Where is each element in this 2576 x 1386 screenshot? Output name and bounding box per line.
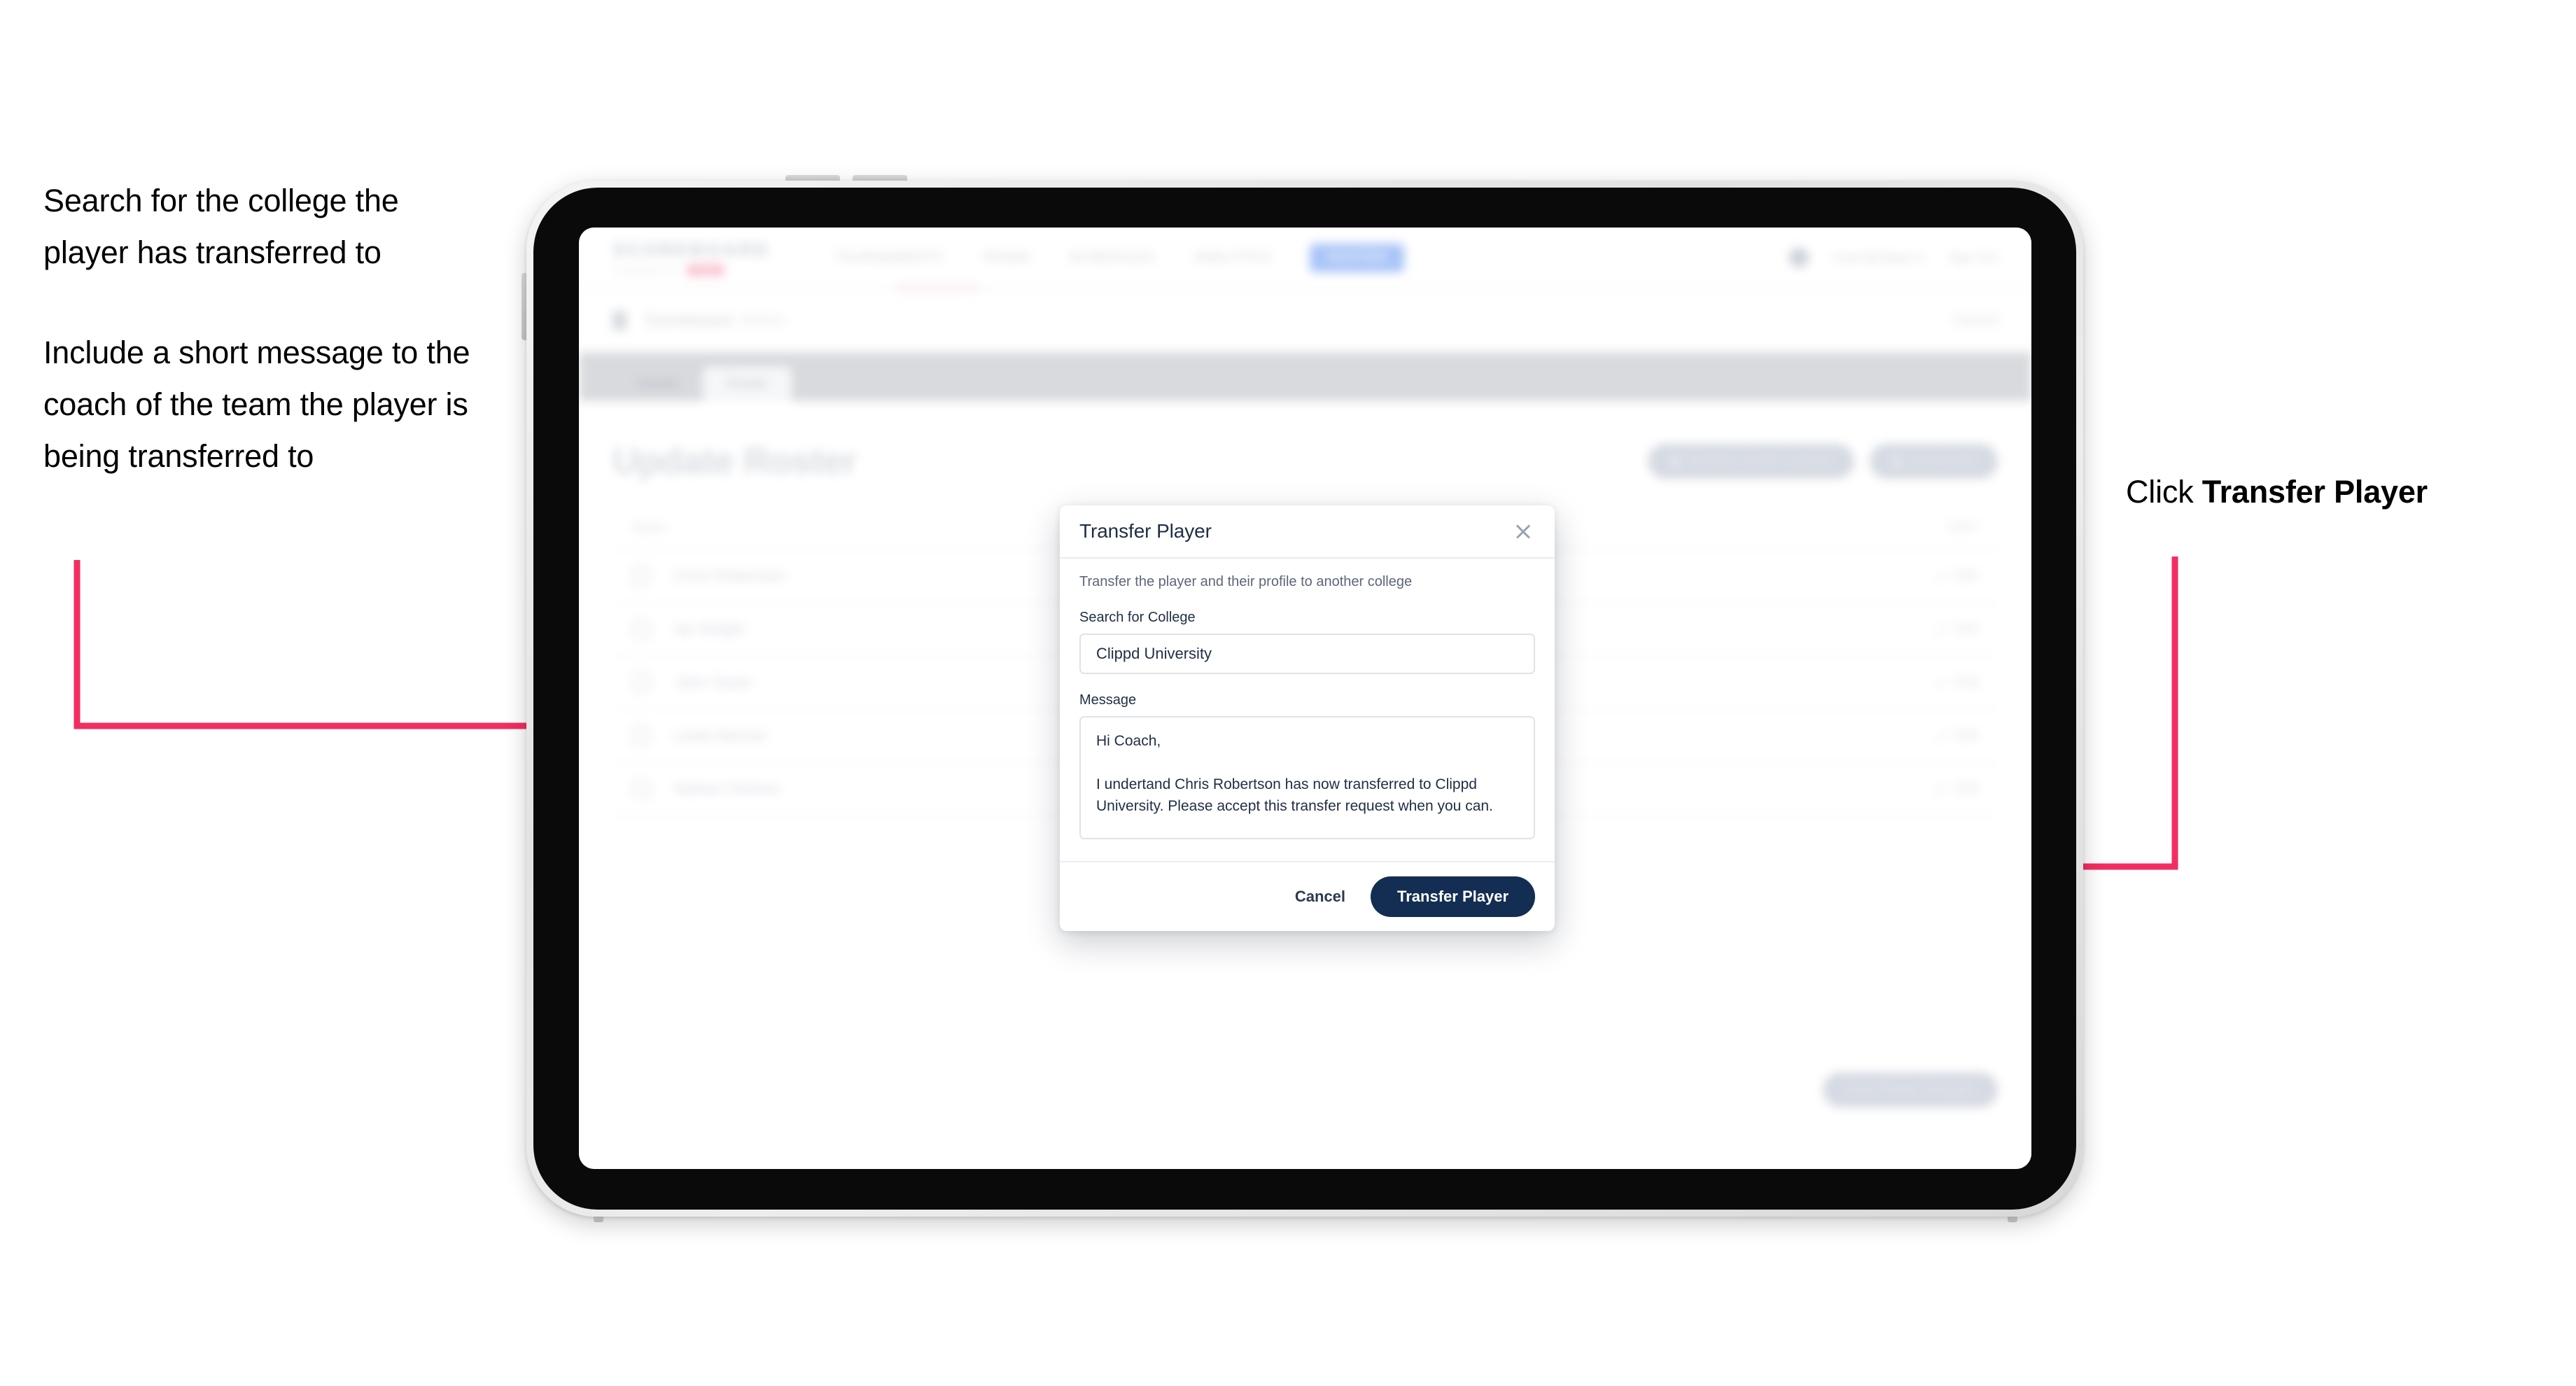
app-logo-text: SCOREBOARD: [612, 239, 771, 260]
app-nav-item-schedules[interactable]: SCHEDULES: [1069, 250, 1154, 266]
app-logo-sub-block: POWERED BY clippd: [612, 265, 770, 276]
column-header-edit: EDIT: [1949, 520, 1978, 534]
message-field-group: Message Hi Coach, I undertand Chris Robe…: [1079, 692, 1535, 843]
transfer-player-modal: Transfer Player Transfer the player and …: [1060, 505, 1555, 931]
app-sub-header: Scoreboard Admin Cancel: [579, 289, 2031, 352]
college-field-group: Search for College: [1079, 610, 1535, 674]
app-nav-item-analytics[interactable]: ANALYTICS: [1194, 250, 1270, 266]
modal-subtitle: Transfer the player and their profile to…: [1079, 574, 1413, 589]
row-checkbox[interactable]: [632, 780, 650, 798]
row-checkbox[interactable]: [632, 727, 650, 745]
pencil-icon: [1935, 783, 1947, 795]
pencil-icon: [1935, 676, 1947, 689]
row-edit-link[interactable]: Edit: [1935, 781, 1978, 797]
annotation-click-strong: Transfer Player: [2202, 474, 2428, 510]
plus-icon: [1892, 456, 1903, 466]
app-logo-block[interactable]: SCOREBOARD POWERED BY clippd: [612, 239, 770, 276]
annotation-click-transfer: Click Transfer Player: [2126, 472, 2560, 512]
cancel-button[interactable]: Cancel: [1291, 881, 1350, 913]
app-sub-header-title: Scoreboard: [645, 311, 732, 330]
app-sub-header-cancel[interactable]: Cancel: [1952, 312, 1998, 329]
app-nav-item-tournaments[interactable]: TOURNAMENTS: [834, 250, 942, 266]
save-roster-changes-label: Save Roster Changes: [1845, 1082, 1975, 1097]
app-logo-badge: clippd: [687, 265, 724, 276]
app-user-area: coach@clippd.io Sign Out: [1788, 248, 1998, 267]
row-edit-label: Edit: [1955, 675, 1978, 690]
annotation-click-prefix: Click: [2126, 474, 2202, 510]
add-player-label: Add Player: [1910, 454, 1975, 468]
row-edit-label: Edit: [1955, 568, 1978, 583]
row-checkbox[interactable]: [632, 673, 650, 692]
app-top-nav: SCOREBOARD POWERED BY clippd TOURNAMENTS…: [579, 227, 2031, 289]
app-sub-header-icon: [612, 311, 626, 330]
row-edit-label: Edit: [1955, 622, 1978, 636]
tablet-bottom-notch-2: [2008, 1217, 2017, 1222]
tablet-bottom-notch-1: [594, 1217, 603, 1222]
app-nav-item-roster[interactable]: ROSTER: [1309, 243, 1405, 272]
app-nav-item-teams[interactable]: TEAMS: [981, 250, 1030, 266]
message-field-label: Message: [1079, 692, 1137, 708]
pencil-icon: [1935, 729, 1947, 742]
row-checkbox[interactable]: [632, 567, 650, 585]
app-nav-list: TOURNAMENTS TEAMS SCHEDULES ANALYTICS RO…: [834, 243, 1405, 272]
row-edit-link[interactable]: Edit: [1935, 675, 1978, 690]
avatar[interactable]: [1788, 248, 1809, 267]
modal-header: Transfer Player: [1060, 505, 1555, 559]
annotation-search-college: Search for the college the player has tr…: [43, 183, 399, 270]
add-player-button[interactable]: Add Player: [1870, 444, 1998, 479]
app-page-actions: Request Player Transfer Add Player: [1648, 444, 1998, 479]
page-title: Update Roster: [612, 441, 857, 482]
annotation-include-message: Include a short message to the coach of …: [43, 335, 470, 474]
app-sub-header-subtitle: Admin: [738, 311, 787, 330]
modal-body: Transfer the player and their profile to…: [1060, 559, 1555, 861]
request-player-transfer-button[interactable]: Request Player Transfer: [1648, 444, 1855, 479]
tab-roster[interactable]: Roster: [703, 367, 792, 401]
app-page-header: Update Roster Request Player Transfer Ad…: [612, 440, 1998, 482]
screenshot-root: Search for the college the player has tr…: [0, 0, 2576, 1386]
row-edit-link[interactable]: Edit: [1935, 622, 1978, 637]
close-icon[interactable]: [1511, 519, 1535, 543]
modal-footer: Cancel Transfer Player: [1060, 861, 1555, 931]
app-tab-strip: Details Roster: [579, 352, 2031, 401]
row-checkbox[interactable]: [632, 620, 650, 638]
tab-details[interactable]: Details: [612, 367, 703, 401]
message-textarea[interactable]: Hi Coach, I undertand Chris Robertson ha…: [1079, 716, 1535, 839]
save-roster-changes-button[interactable]: Save Roster Changes: [1823, 1072, 1998, 1107]
row-edit-link[interactable]: Edit: [1935, 568, 1978, 584]
pencil-icon: [1935, 623, 1947, 636]
request-player-transfer-label: Request Player Transfer: [1688, 454, 1833, 468]
app-logo-powered-by: POWERED BY: [612, 265, 682, 276]
transfer-icon: [1670, 456, 1681, 466]
row-edit-link[interactable]: Edit: [1935, 728, 1978, 743]
app-sign-out-link[interactable]: Sign Out: [1949, 251, 1998, 265]
transfer-player-button[interactable]: Transfer Player: [1371, 876, 1535, 917]
search-college-input[interactable]: [1079, 634, 1535, 674]
modal-title: Transfer Player: [1079, 520, 1212, 542]
pencil-icon: [1935, 570, 1947, 582]
college-field-label: Search for College: [1079, 610, 1196, 625]
row-edit-label: Edit: [1955, 781, 1978, 796]
row-edit-label: Edit: [1955, 728, 1978, 743]
app-user-email: coach@clippd.io: [1832, 250, 1925, 265]
